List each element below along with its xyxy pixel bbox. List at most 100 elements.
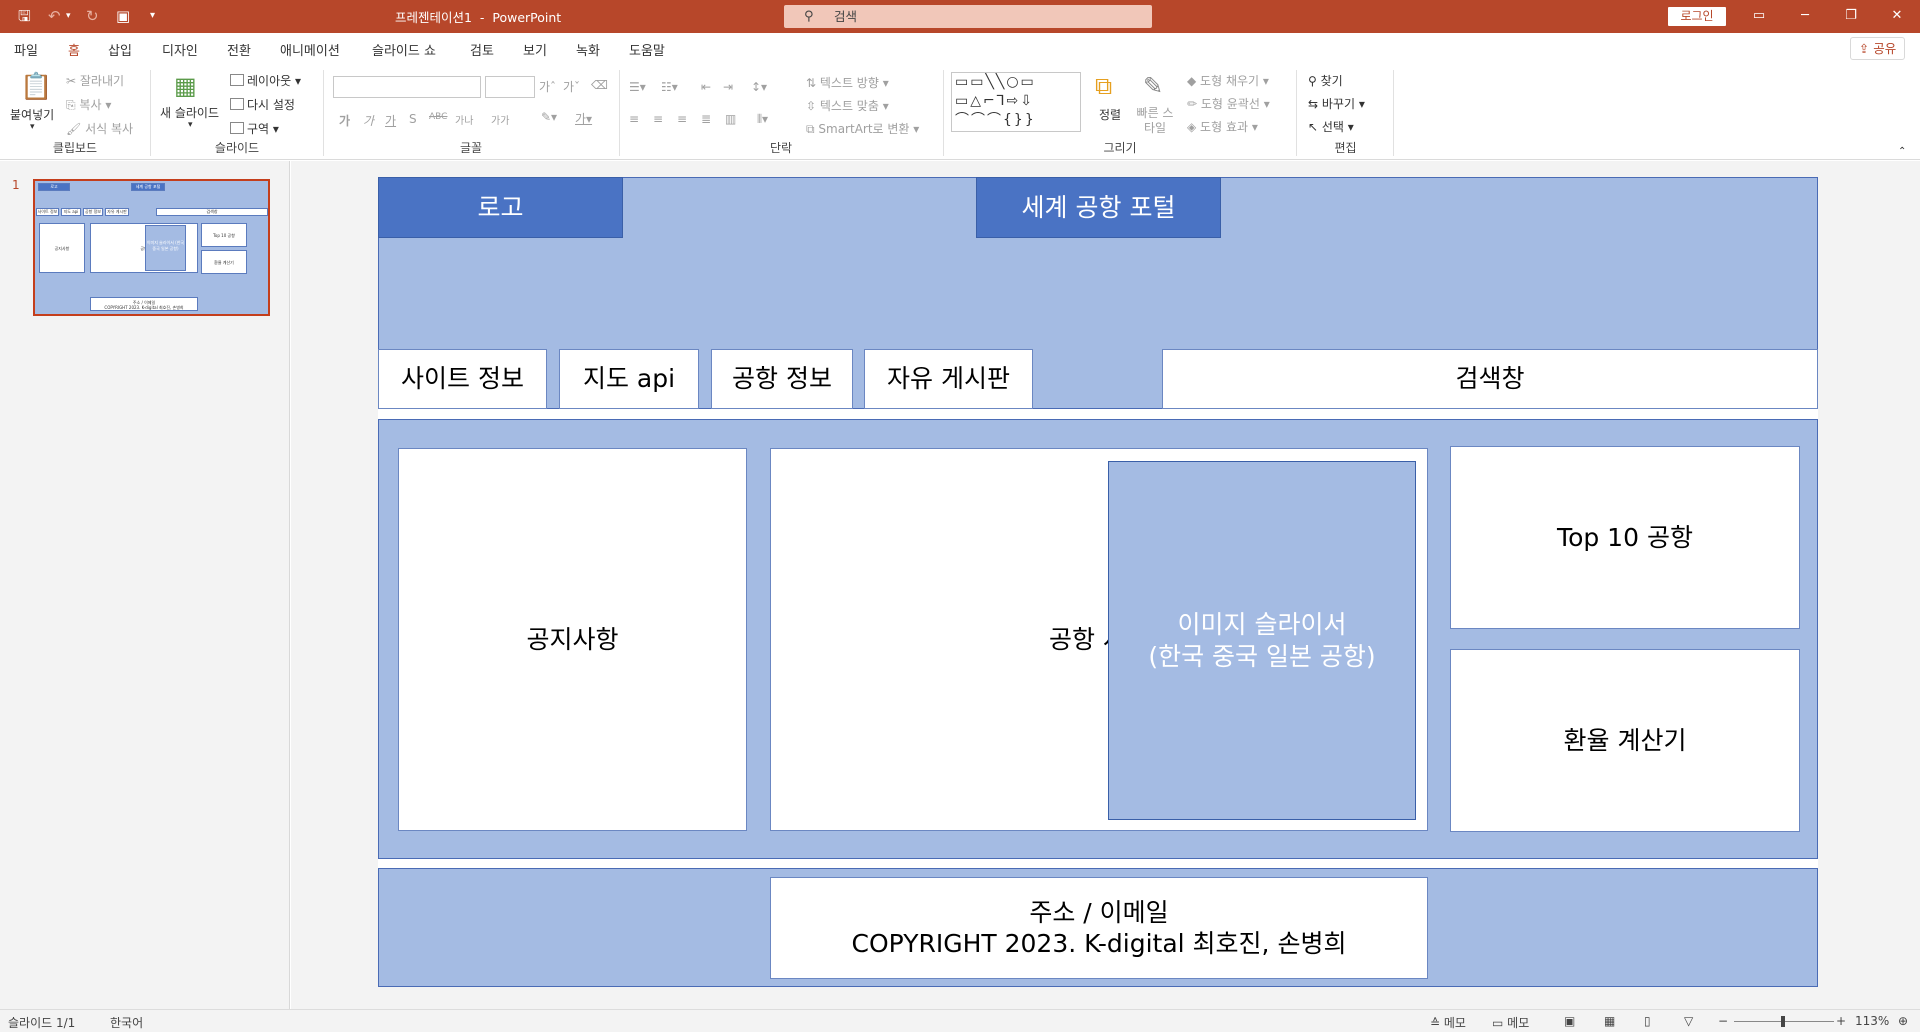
arrange-button[interactable]: 정렬 — [1099, 106, 1121, 123]
tab-file[interactable]: 파일 — [14, 40, 38, 59]
zoom-level[interactable]: 113% — [1855, 1014, 1889, 1028]
collapse-ribbon-icon[interactable]: ⌃ — [1898, 146, 1906, 157]
font-name-combo[interactable] — [333, 76, 481, 98]
footer-info-box[interactable]: 주소 / 이메일 COPYRIGHT 2023. K-digital 최호진, … — [770, 877, 1428, 979]
top10-airports-box[interactable]: Top 10 공항 — [1450, 446, 1800, 629]
nav-site-info[interactable]: 사이트 정보 — [378, 349, 547, 409]
change-case-icon[interactable]: 가가 — [491, 112, 509, 127]
new-slide-button[interactable]: 새 슬라이드 — [160, 104, 219, 121]
tab-slideshow[interactable]: 슬라이드 쇼 — [372, 40, 436, 59]
font-size-combo[interactable] — [485, 76, 535, 98]
paste-button[interactable]: 붙여넣기 — [10, 106, 54, 123]
customize-toolbar-icon[interactable]: ▾ — [150, 6, 155, 26]
zoom-in-icon[interactable]: + — [1836, 1014, 1846, 1028]
minimize-icon[interactable]: ─ — [1790, 5, 1820, 27]
search-field-box[interactable]: 검색창 — [1162, 349, 1818, 409]
tab-animations[interactable]: 애니메이션 — [280, 40, 340, 59]
shape-gallery[interactable]: ▭▭╲╲○▭ ▭△⌐⅂⇨⇩ ⌒⌒⌒{}} — [951, 72, 1081, 132]
undo-dropdown-icon[interactable]: ▾ — [66, 6, 71, 26]
new-slide-dropdown-icon[interactable]: ▾ — [188, 120, 193, 130]
layout-button[interactable]: 레이아웃 ▾ — [230, 72, 301, 89]
strikethrough-icon[interactable]: ABC — [429, 112, 447, 122]
align-right-icon[interactable]: ≡ — [677, 112, 687, 126]
restore-icon[interactable]: ❐ — [1836, 5, 1866, 27]
text-direction-button[interactable]: ⇅ 텍스트 방향 ▾ — [806, 74, 889, 91]
slide-thumbnail[interactable]: 로고 세계 공항 포털 사이트 정보 지도 api 공항 정보 자유 게시판 검… — [33, 179, 270, 316]
exchange-calculator-box[interactable]: 환율 계산기 — [1450, 649, 1800, 832]
increase-indent-icon[interactable]: ⇥ — [723, 80, 733, 94]
grow-font-icon[interactable]: 가ˆ — [539, 78, 556, 95]
line-spacing-icon[interactable]: ↕▾ — [751, 80, 767, 94]
language-indicator[interactable]: 한국어 — [110, 1014, 143, 1031]
notes-button[interactable]: ≙ 메모 — [1430, 1014, 1466, 1031]
select-button[interactable]: ↖ 선택 ▾ — [1308, 118, 1354, 135]
redo-icon[interactable]: ↻ — [86, 6, 99, 26]
tab-design[interactable]: 디자인 — [162, 40, 198, 59]
find-button[interactable]: ⚲ 찾기 — [1308, 72, 1343, 89]
shadow-icon[interactable]: S — [409, 112, 417, 126]
reading-view-icon[interactable]: ▯ — [1644, 1014, 1651, 1028]
close-icon[interactable]: ✕ — [1882, 5, 1912, 27]
login-button[interactable]: 로그인 — [1668, 7, 1726, 26]
save-icon[interactable]: 🖫 — [18, 6, 31, 26]
distribute-icon[interactable]: ▥ — [725, 112, 736, 126]
tab-help[interactable]: 도움말 — [629, 40, 665, 59]
paste-icon[interactable]: 📋 — [20, 72, 52, 102]
columns-icon[interactable]: ⫴▾ — [757, 112, 768, 127]
zoom-slider-thumb[interactable] — [1781, 1016, 1785, 1027]
new-slide-icon[interactable]: ▦ — [174, 72, 197, 100]
normal-view-icon[interactable]: ▣ — [1564, 1014, 1575, 1028]
arrange-icon[interactable]: ⧉ — [1095, 72, 1112, 100]
slide-sorter-icon[interactable]: ▦ — [1604, 1014, 1615, 1028]
tab-home[interactable]: 홈 — [68, 40, 80, 67]
shape-outline-button[interactable]: ✏ 도형 윤곽선 ▾ — [1187, 95, 1270, 112]
tab-view[interactable]: 보기 — [523, 40, 547, 59]
highlight-icon[interactable]: ✎▾ — [541, 110, 557, 124]
align-center-icon[interactable]: ≡ — [653, 112, 663, 126]
image-slider-box[interactable]: 이미지 슬라이서 (한국 중국 일본 공항) — [1108, 461, 1416, 820]
italic-icon[interactable]: 가 — [363, 112, 374, 129]
format-painter-button[interactable]: 🖌 서식 복사 — [66, 120, 133, 137]
logo-box[interactable]: 로고 — [378, 177, 623, 238]
shape-fill-button[interactable]: ◆ 도형 채우기 ▾ — [1187, 72, 1269, 89]
nav-airport-info[interactable]: 공항 정보 — [711, 349, 853, 409]
cut-button[interactable]: ✂ 잘라내기 — [66, 72, 124, 89]
numbering-icon[interactable]: ☷▾ — [661, 80, 678, 94]
present-icon[interactable]: ▣ — [116, 6, 130, 26]
comments-button[interactable]: ▭ 메모 — [1492, 1014, 1529, 1031]
char-spacing-icon[interactable]: 가나 — [455, 112, 473, 127]
tab-transitions[interactable]: 전환 — [227, 40, 251, 59]
share-button[interactable]: ⇪ 공유 — [1850, 37, 1905, 60]
reset-button[interactable]: 다시 설정 — [230, 96, 295, 113]
quick-styles-icon[interactable]: ✎ — [1143, 72, 1163, 100]
paste-dropdown-icon[interactable]: ▾ — [30, 122, 35, 132]
smartart-button[interactable]: ⧉ SmartArt로 변환 ▾ — [806, 120, 919, 137]
underline-icon[interactable]: 가 — [385, 112, 396, 129]
search-box[interactable]: ⚲ 검색 — [784, 5, 1152, 28]
undo-icon[interactable]: ↶ — [48, 6, 61, 26]
tab-insert[interactable]: 삽입 — [108, 40, 132, 59]
slideshow-view-icon[interactable]: ▽ — [1684, 1014, 1693, 1028]
ribbon-display-icon[interactable]: ▭ — [1744, 5, 1774, 27]
bold-icon[interactable]: 가 — [339, 112, 350, 129]
tab-record[interactable]: 녹화 — [576, 40, 600, 59]
fit-slide-icon[interactable]: ⊕ — [1898, 1014, 1908, 1028]
font-color-icon[interactable]: 가▾ — [575, 110, 592, 127]
shrink-font-icon[interactable]: 가ˇ — [563, 78, 580, 95]
slide-1[interactable]: 로고 세계 공항 포털 사이트 정보 지도 api 공항 정보 자유 게시판 검… — [378, 177, 1818, 987]
tab-review[interactable]: 검토 — [470, 40, 494, 59]
decrease-indent-icon[interactable]: ⇤ — [701, 80, 711, 94]
copy-button[interactable]: ⎘ 복사 ▾ — [66, 96, 111, 113]
align-left-icon[interactable]: ≡ — [629, 112, 639, 126]
portal-title-box[interactable]: 세계 공항 포털 — [976, 177, 1221, 238]
shape-effects-button[interactable]: ◈ 도형 효과 ▾ — [1187, 118, 1258, 135]
section-button[interactable]: 구역 ▾ — [230, 120, 279, 137]
align-text-button[interactable]: ⇳ 텍스트 맞춤 ▾ — [806, 97, 889, 114]
justify-icon[interactable]: ≣ — [701, 112, 711, 126]
nav-free-board[interactable]: 자유 게시판 — [864, 349, 1033, 409]
replace-button[interactable]: ⇆ 바꾸기 ▾ — [1308, 95, 1365, 112]
quick-styles-button[interactable]: 빠른 스타일 — [1135, 106, 1175, 136]
zoom-out-icon[interactable]: − — [1718, 1014, 1728, 1028]
nav-map-api[interactable]: 지도 api — [559, 349, 699, 409]
clear-format-icon[interactable]: ⌫ — [591, 78, 608, 92]
